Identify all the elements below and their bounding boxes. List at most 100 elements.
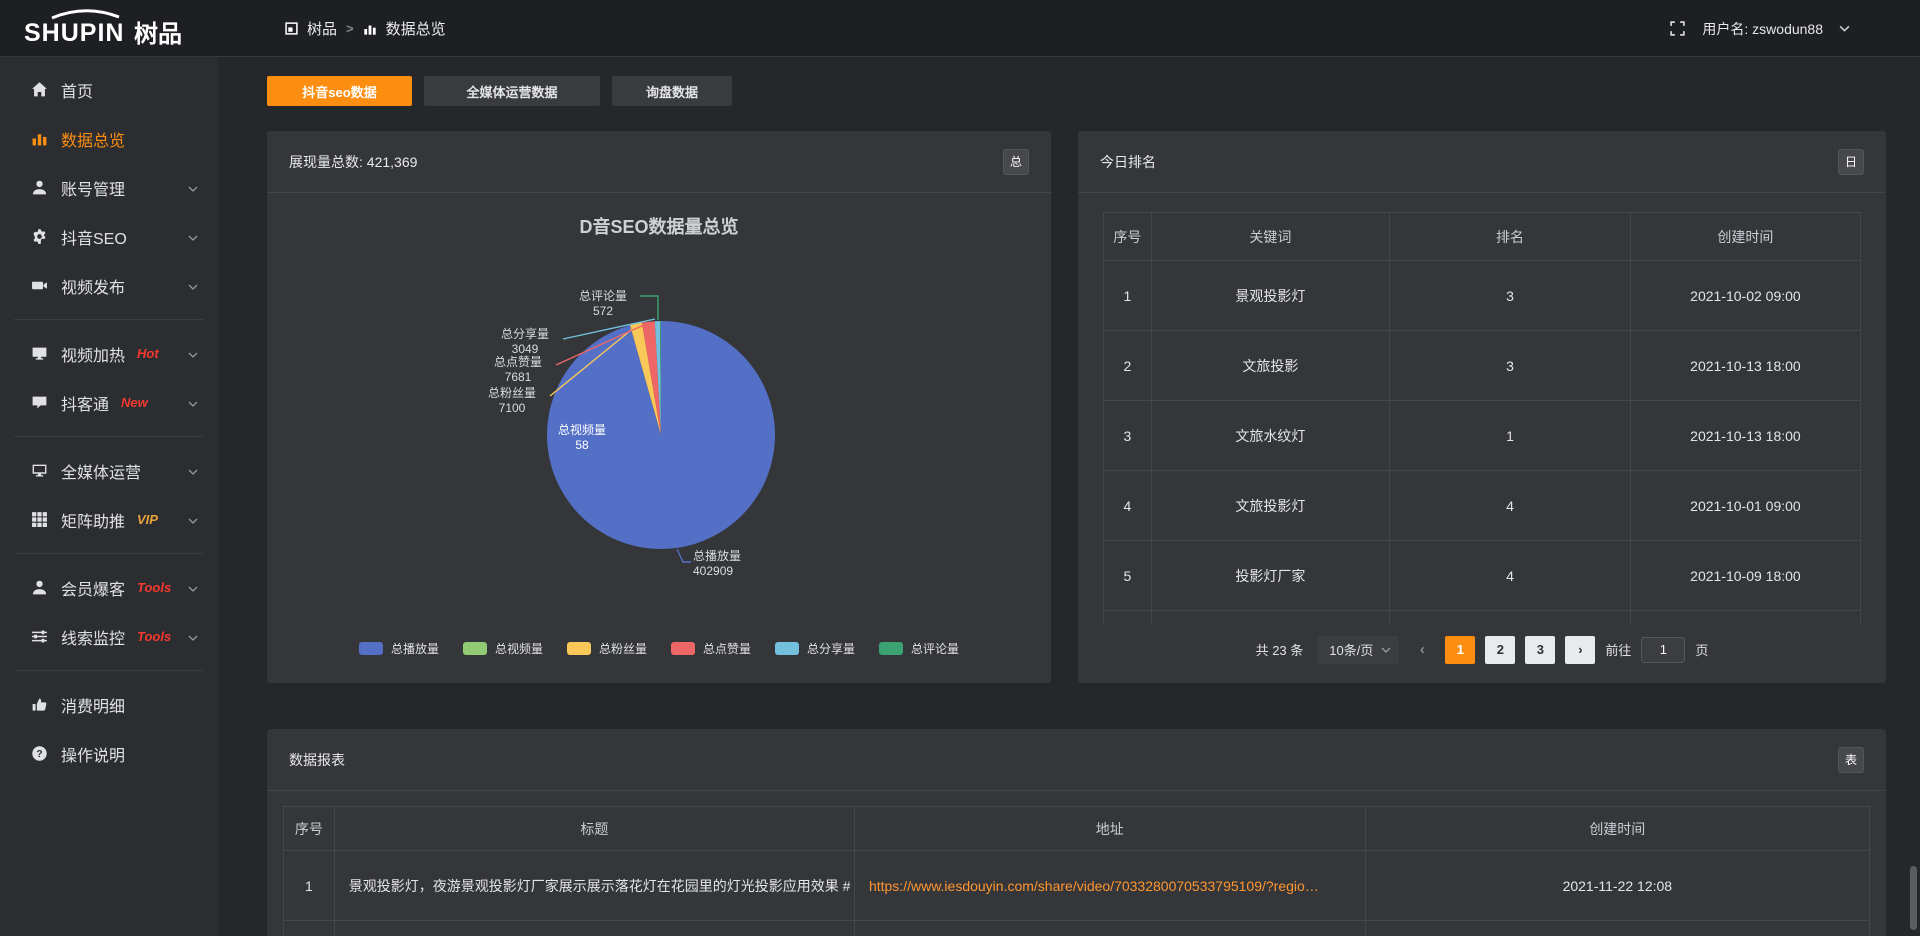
square-icon bbox=[285, 22, 298, 35]
data-report-panel: 数据报表 表 序号 标题 地址 创建时间 1 景观投影灯，夜游景观投影灯厂家展示… bbox=[267, 729, 1886, 936]
pagination-page-2[interactable]: 2 bbox=[1485, 636, 1515, 664]
report-table: 序号 标题 地址 创建时间 1 景观投影灯，夜游景观投影灯厂家展示展示落花灯在花… bbox=[283, 806, 1870, 936]
pie-label-5: 总评论量572 bbox=[567, 289, 639, 319]
fullscreen-icon[interactable] bbox=[1669, 20, 1686, 37]
chart-legend: 总播放量 总视频量 总粉丝量 总点赞量 总分享量 总评论量 bbox=[267, 640, 1051, 657]
today-rank-panel: 今日排名 日 序号 关键词 排名 创建时间 1景观投影灯32021-10-02 … bbox=[1078, 131, 1886, 683]
sidebar: 首页 数据总览 账号管理 抖音SEO 视频发布 视频加热 Hot 抖客通 New… bbox=[0, 57, 218, 936]
tab-inquiry-data[interactable]: 询盘数据 bbox=[612, 76, 732, 106]
bar-chart-icon bbox=[363, 22, 377, 36]
chevron-down-icon bbox=[188, 345, 198, 363]
sidebar-item-consumption-detail[interactable]: 消费明细 bbox=[0, 680, 218, 729]
chevron-down-icon bbox=[188, 511, 198, 529]
bar-chart-icon bbox=[30, 130, 48, 148]
legend-swatch bbox=[359, 642, 383, 655]
gear-icon bbox=[30, 228, 48, 246]
chevron-down-icon bbox=[188, 579, 198, 597]
sidebar-item-label: 矩阵助推 bbox=[61, 508, 125, 532]
pagination-total: 共 23 条 bbox=[1256, 640, 1304, 659]
table-row-partial bbox=[284, 921, 1870, 936]
sidebar-item-video-publish[interactable]: 视频发布 bbox=[0, 261, 218, 310]
hot-badge: Hot bbox=[137, 346, 159, 361]
username-label[interactable]: 用户名: zswodun88 bbox=[1702, 19, 1823, 39]
sidebar-item-label: 会员爆客 bbox=[61, 576, 125, 600]
tab-media-operation-data[interactable]: 全媒体运营数据 bbox=[424, 76, 600, 106]
chevron-down-icon bbox=[188, 179, 198, 197]
legend-label: 总粉丝量 bbox=[599, 640, 647, 657]
table-header-row: 序号 关键词 排名 创建时间 bbox=[1104, 213, 1861, 261]
column-header: 创建时间 bbox=[1630, 213, 1860, 261]
pagination-page-1[interactable]: 1 bbox=[1445, 636, 1475, 664]
sidebar-divider bbox=[14, 670, 204, 671]
tab-douyin-seo-data[interactable]: 抖音seo数据 bbox=[267, 76, 412, 106]
chevron-down-icon bbox=[188, 462, 198, 480]
pagination-next-button[interactable]: › bbox=[1565, 636, 1595, 664]
pagination-page-3[interactable]: 3 bbox=[1525, 636, 1555, 664]
chevron-down-icon bbox=[188, 228, 198, 246]
sidebar-item-matrix-boost[interactable]: 矩阵助推 VIP bbox=[0, 495, 218, 544]
pie-chart bbox=[267, 193, 1051, 683]
day-toggle-button[interactable]: 日 bbox=[1838, 149, 1864, 175]
sidebar-item-home[interactable]: 首页 bbox=[0, 65, 218, 114]
sidebar-item-account-management[interactable]: 账号管理 bbox=[0, 163, 218, 212]
legend-label: 总分享量 bbox=[807, 640, 855, 657]
legend-item-2[interactable]: 总粉丝量 bbox=[567, 640, 647, 657]
tools-badge: Tools bbox=[137, 629, 171, 644]
panel-title: 今日排名 bbox=[1100, 152, 1156, 172]
legend-item-3[interactable]: 总点赞量 bbox=[671, 640, 751, 657]
sidebar-item-label: 抖音SEO bbox=[61, 225, 127, 249]
column-header: 序号 bbox=[1104, 213, 1152, 261]
seo-overview-panel: 展现量总数: 421,369 总 D音SEO数据量总览 总播放量 总视频量 总粉丝量… bbox=[267, 131, 1051, 683]
chart-title: D音SEO数据量总览 bbox=[267, 213, 1051, 239]
sidebar-item-douyin-seo[interactable]: 抖音SEO bbox=[0, 212, 218, 261]
goto-page-input[interactable] bbox=[1641, 637, 1685, 663]
sidebar-item-label: 线索监控 bbox=[61, 625, 125, 649]
topbar: SHUPIN 树品 树品 > 数据总览 用户名: zswodun88 bbox=[0, 0, 1920, 57]
pie-label-0: 总播放量402909 bbox=[693, 549, 783, 579]
legend-item-1[interactable]: 总视频量 bbox=[463, 640, 543, 657]
video-url-link[interactable]: https://www.iesdouyin.com/share/video/70… bbox=[854, 851, 1365, 921]
table-row: 3文旅水纹灯12021-10-13 18:00 bbox=[1104, 401, 1861, 471]
pie-label-3: 总点赞量7681 bbox=[482, 355, 554, 385]
sidebar-item-label: 抖客通 bbox=[61, 391, 109, 415]
chevron-down-icon[interactable] bbox=[1839, 25, 1850, 32]
sidebar-item-member-burst[interactable]: 会员爆客 Tools bbox=[0, 563, 218, 612]
sidebar-item-doukotong[interactable]: 抖客通 New bbox=[0, 378, 218, 427]
pie-label-1: 总视频量58 bbox=[546, 423, 618, 453]
user-icon bbox=[30, 179, 48, 197]
legend-label: 总视频量 bbox=[495, 640, 543, 657]
breadcrumb-separator: > bbox=[346, 21, 354, 36]
column-header: 序号 bbox=[284, 807, 335, 851]
sidebar-item-lead-monitor[interactable]: 线索监控 Tools bbox=[0, 612, 218, 661]
sidebar-divider bbox=[14, 553, 204, 554]
data-tabs: 抖音seo数据 全媒体运营数据 询盘数据 bbox=[267, 76, 732, 106]
sidebar-item-label: 首页 bbox=[61, 78, 93, 102]
pagination-prev-button[interactable]: ‹ bbox=[1409, 636, 1435, 664]
page-size-select[interactable]: 10条/页 bbox=[1317, 636, 1399, 664]
pie-chart-area: D音SEO数据量总览 总播放量 总视频量 总粉丝量 总点赞量 总分享量 总评论量 总播放量… bbox=[267, 193, 1051, 683]
user-icon bbox=[30, 579, 48, 597]
total-toggle-button[interactable]: 总 bbox=[1003, 149, 1029, 175]
sidebar-item-media-operation[interactable]: 全媒体运营 bbox=[0, 446, 218, 495]
legend-item-5[interactable]: 总评论量 bbox=[879, 640, 959, 657]
table-toggle-button[interactable]: 表 bbox=[1838, 747, 1864, 773]
legend-swatch bbox=[879, 642, 903, 655]
sidebar-item-video-heat[interactable]: 视频加热 Hot bbox=[0, 329, 218, 378]
breadcrumb-item[interactable]: 树品 bbox=[307, 18, 337, 39]
page-scrollbar-thumb[interactable] bbox=[1910, 866, 1917, 930]
panel-header: 今日排名 日 bbox=[1078, 131, 1886, 193]
table-row-partial bbox=[1104, 611, 1861, 625]
sidebar-item-label: 操作说明 bbox=[61, 742, 125, 766]
sidebar-item-data-overview[interactable]: 数据总览 bbox=[0, 114, 218, 163]
legend-item-0[interactable]: 总播放量 bbox=[359, 640, 439, 657]
pagination: 共 23 条 10条/页 ‹ 1 2 3 › 前往 页 bbox=[1103, 635, 1861, 665]
logo-text-cn: 树品 bbox=[134, 21, 182, 48]
pie-label-4: 总分享量3049 bbox=[489, 327, 561, 357]
table-row: 2文旅投影32021-10-13 18:00 bbox=[1104, 331, 1861, 401]
screen-icon bbox=[30, 345, 48, 363]
panel-header: 展现量总数: 421,369 总 bbox=[267, 131, 1051, 193]
chevron-down-icon bbox=[188, 277, 198, 295]
legend-item-4[interactable]: 总分享量 bbox=[775, 640, 855, 657]
sidebar-item-instructions[interactable]: ? 操作说明 bbox=[0, 729, 218, 778]
table-row: 1 景观投影灯，夜游景观投影灯厂家展示展示落花灯在花园里的灯光投影应用效果 # … bbox=[284, 851, 1870, 921]
